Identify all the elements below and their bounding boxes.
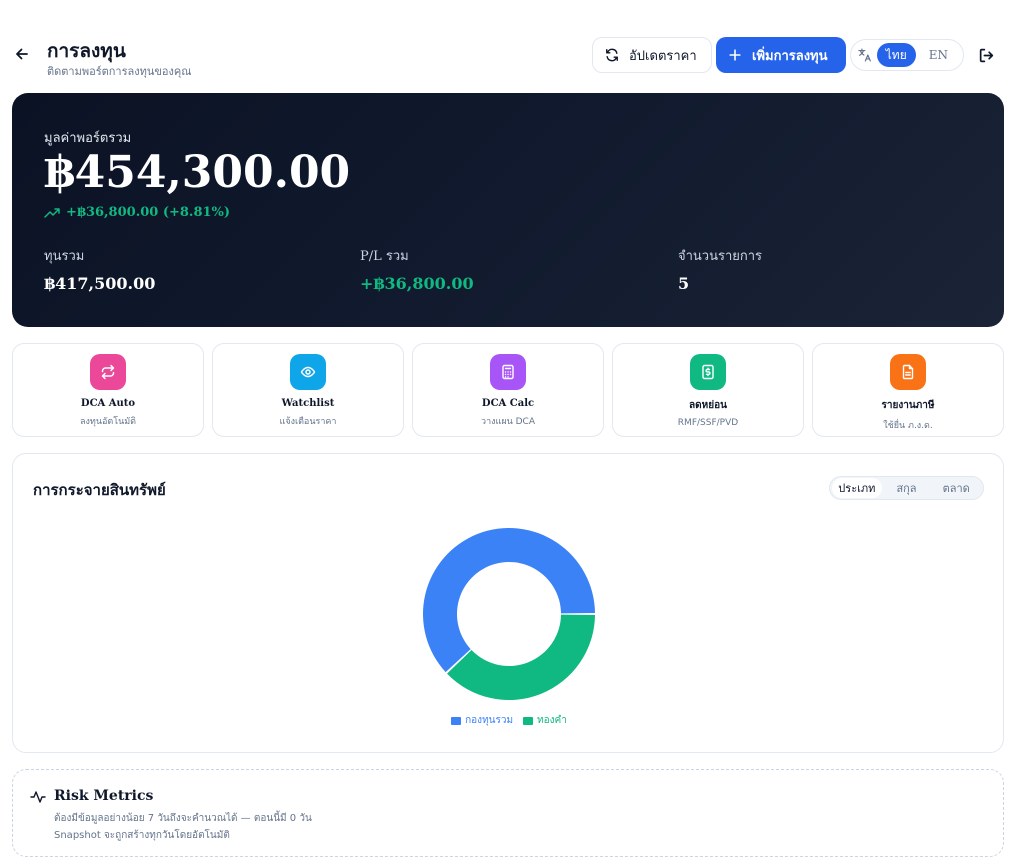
asset-allocation-card: การกระจายสินทรัพย์ ประเภท สกุล ตลาด กองท…	[12, 453, 1004, 753]
quick-action-watchlist[interactable]: Watchlist แจ้งเตือนราคา	[212, 343, 404, 437]
allocation-tab-market[interactable]: ตลาด	[931, 478, 981, 498]
plus-icon	[729, 49, 741, 61]
allocation-donut-chart	[423, 528, 595, 700]
portfolio-change: +฿36,800.00 (+8.81%)	[44, 205, 230, 220]
portfolio-total-value: ฿454,300.00	[44, 147, 351, 198]
activity-icon	[30, 791, 46, 803]
quick-action-title: รายงานภาษี	[881, 400, 935, 411]
stat-item-count: จำนวนรายการ 5	[678, 245, 762, 293]
stat-total-pl: P/L รวม +฿36,800.00	[360, 245, 474, 293]
quick-actions: DCA Auto ลงทุนอัตโนมัติ Watchlist แจ้งเต…	[12, 343, 1004, 437]
calculator-icon	[502, 364, 514, 380]
quick-action-tax-deduction[interactable]: ลดหย่อน RMF/SSF/PVD	[612, 343, 804, 437]
quick-action-subtitle: ลงทุนอัตโนมัติ	[79, 417, 136, 427]
quick-action-icon-bg	[90, 354, 126, 390]
allocation-tab-currency[interactable]: สกุล	[882, 478, 932, 498]
back-button[interactable]	[12, 44, 32, 64]
quick-action-title: DCA Calc	[481, 398, 535, 409]
quick-action-dca-calc[interactable]: DCA Calc วางแผน DCA	[412, 343, 604, 437]
stat-label: ทุนรวม	[44, 249, 85, 264]
legend-label: กองทุนรวม	[465, 715, 514, 726]
update-prices-button[interactable]: อัปเดตราคา	[592, 37, 712, 73]
quick-action-title: Watchlist	[281, 398, 335, 409]
page-header: การลงทุน ติดตามพอร์ตการลงทุนของคุณ อัปเด…	[0, 0, 1012, 92]
language-toggle: ไทย EN	[850, 39, 964, 71]
eye-icon	[300, 366, 316, 378]
quick-action-title: ลดหย่อน	[689, 400, 727, 411]
legend-item: กองทุนรวม	[451, 713, 513, 728]
translate-icon	[858, 48, 871, 62]
legend-swatch	[523, 716, 534, 725]
stat-value: ฿417,500.00	[44, 274, 156, 293]
portfolio-summary-card: มูลค่าพอร์ตรวม ฿454,300.00 +฿36,800.00 (…	[12, 93, 1004, 327]
add-investment-label: เพิ่มการลงทุน	[752, 48, 828, 64]
arrow-left-icon	[16, 48, 28, 60]
donut-slice-gold[interactable]	[447, 614, 595, 700]
quick-action-subtitle: ใช้ยื่น ภ.ง.ด.	[883, 421, 933, 431]
logout-icon	[979, 48, 993, 62]
stat-value: 5	[678, 274, 690, 293]
trending-up-icon	[44, 207, 60, 218]
quick-action-icon-bg	[490, 354, 526, 390]
portfolio-change-value: +฿36,800.00 (+8.81%)	[66, 205, 231, 220]
stat-label: P/L รวม	[360, 249, 409, 264]
update-prices-label: อัปเดตราคา	[629, 48, 697, 64]
stat-total-cost: ทุนรวม ฿417,500.00	[44, 245, 155, 293]
receipt-icon	[702, 364, 714, 380]
language-english-button[interactable]: EN	[920, 43, 957, 67]
legend-item: ทองคำ	[523, 713, 567, 728]
add-investment-button[interactable]: เพิ่มการลงทุน	[716, 37, 846, 73]
stat-label: จำนวนรายการ	[678, 249, 763, 264]
allocation-view-segmented-control: ประเภท สกุล ตลาด	[829, 476, 984, 500]
quick-action-subtitle: วางแผน DCA	[481, 417, 535, 427]
quick-action-dca-auto[interactable]: DCA Auto ลงทุนอัตโนมัติ	[12, 343, 204, 437]
logout-button[interactable]	[975, 44, 997, 66]
legend-swatch	[451, 716, 462, 725]
quick-action-title: DCA Auto	[80, 398, 136, 409]
risk-metrics-title: Risk Metrics	[54, 788, 154, 804]
quick-action-tax-report[interactable]: รายงานภาษี ใช้ยื่น ภ.ง.ด.	[812, 343, 1004, 437]
risk-metrics-card: Risk Metrics ต้องมีข้อมูลอย่างน้อย 7 วัน…	[12, 769, 1004, 857]
refresh-icon	[606, 48, 618, 62]
chart-legend: กองทุนรวม ทองคำ	[13, 713, 1005, 728]
legend-label: ทองคำ	[537, 715, 567, 726]
portfolio-total-label: มูลค่าพอร์ตรวม	[44, 131, 132, 146]
document-icon	[902, 364, 914, 380]
quick-action-subtitle: แจ้งเตือนราคา	[279, 417, 337, 427]
quick-action-icon-bg	[690, 354, 726, 390]
quick-action-icon-bg	[890, 354, 926, 390]
page-subtitle: ติดตามพอร์ตการลงทุนของคุณ	[47, 65, 192, 78]
asset-allocation-title: การกระจายสินทรัพย์	[33, 481, 166, 499]
repeat-icon	[101, 364, 115, 380]
risk-metrics-note: ต้องมีข้อมูลอย่างน้อย 7 วันถึงจะคำนวณได้…	[54, 813, 312, 824]
language-thai-button[interactable]: ไทย	[876, 43, 916, 67]
stat-value: +฿36,800.00	[360, 274, 474, 293]
quick-action-icon-bg	[290, 354, 326, 390]
risk-metrics-snapshot-note: Snapshot จะถูกสร้างทุกวันโดยอัตโนมัติ	[54, 830, 230, 841]
allocation-tab-type[interactable]: ประเภท	[832, 478, 882, 498]
quick-action-subtitle: RMF/SSF/PVD	[677, 418, 739, 428]
